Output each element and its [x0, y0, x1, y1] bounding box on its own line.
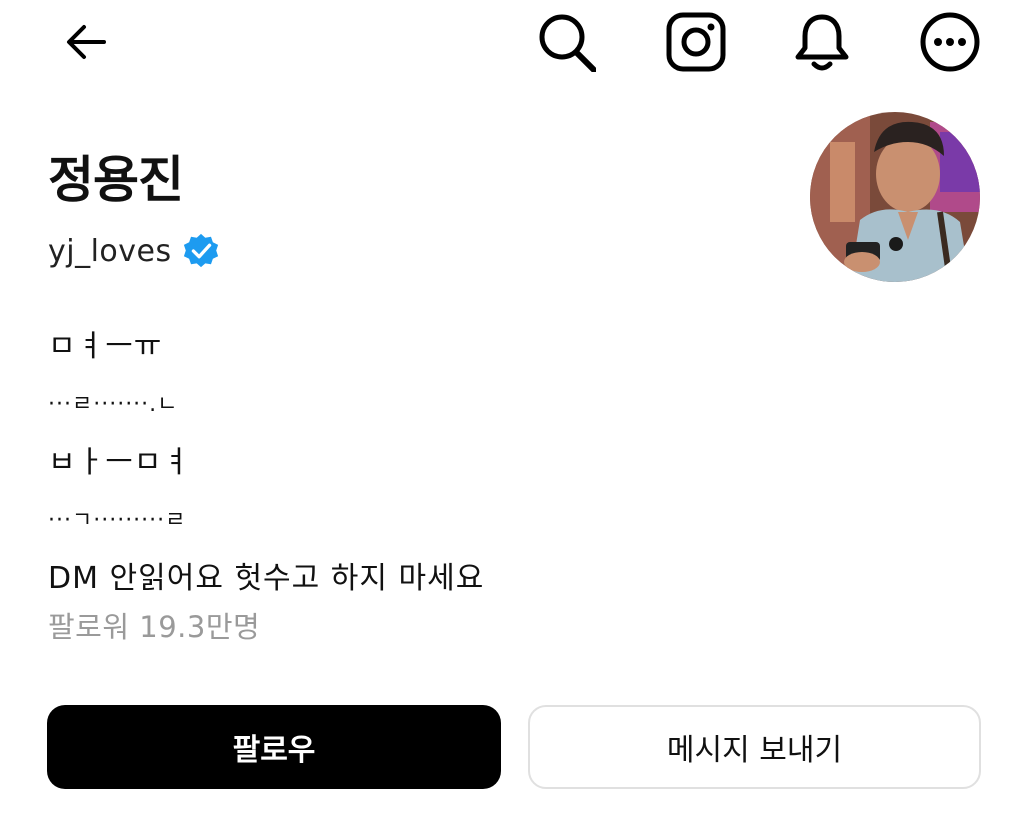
verified-badge-icon [183, 233, 218, 268]
back-button[interactable] [54, 10, 118, 74]
instagram-button[interactable] [664, 10, 728, 74]
notification-button[interactable] [790, 10, 854, 74]
send-message-button[interactable]: 메시지 보내기 [528, 705, 981, 789]
follow-button[interactable]: 팔로우 [47, 705, 501, 789]
bio-line: DM 안읽어요 헛수고 하지 마세요 [48, 561, 485, 596]
search-button[interactable] [534, 10, 598, 74]
profile-bio: ㅁㅕㅡㅠ ···ㄹ·······.ㄴ ㅂㅏㅡㅁㅕ ···ㄱ·········ㄹ … [48, 318, 948, 608]
profile-display-name: 정용진 [48, 151, 184, 209]
avatar-image [810, 112, 980, 282]
more-icon [920, 12, 980, 72]
profile-avatar[interactable] [810, 112, 980, 282]
top-bar [0, 0, 1024, 100]
more-options-button[interactable] [918, 10, 982, 74]
bell-icon [795, 14, 849, 71]
bio-line: ㅂㅏㅡㅁㅕ [48, 445, 191, 480]
instagram-icon [666, 12, 726, 72]
bio-line: ㅁㅕㅡㅠ [48, 329, 163, 364]
bio-line: ···ㄱ·········ㄹ [48, 508, 187, 533]
back-arrow-icon [67, 25, 106, 59]
username-row: yj_loves [48, 232, 220, 270]
followers-count[interactable]: 팔로워 19.3만명 [48, 604, 260, 646]
bio-line: ···ㄹ·······.ㄴ [48, 392, 179, 417]
search-icon [539, 14, 596, 72]
profile-username: yj_loves [48, 233, 172, 269]
